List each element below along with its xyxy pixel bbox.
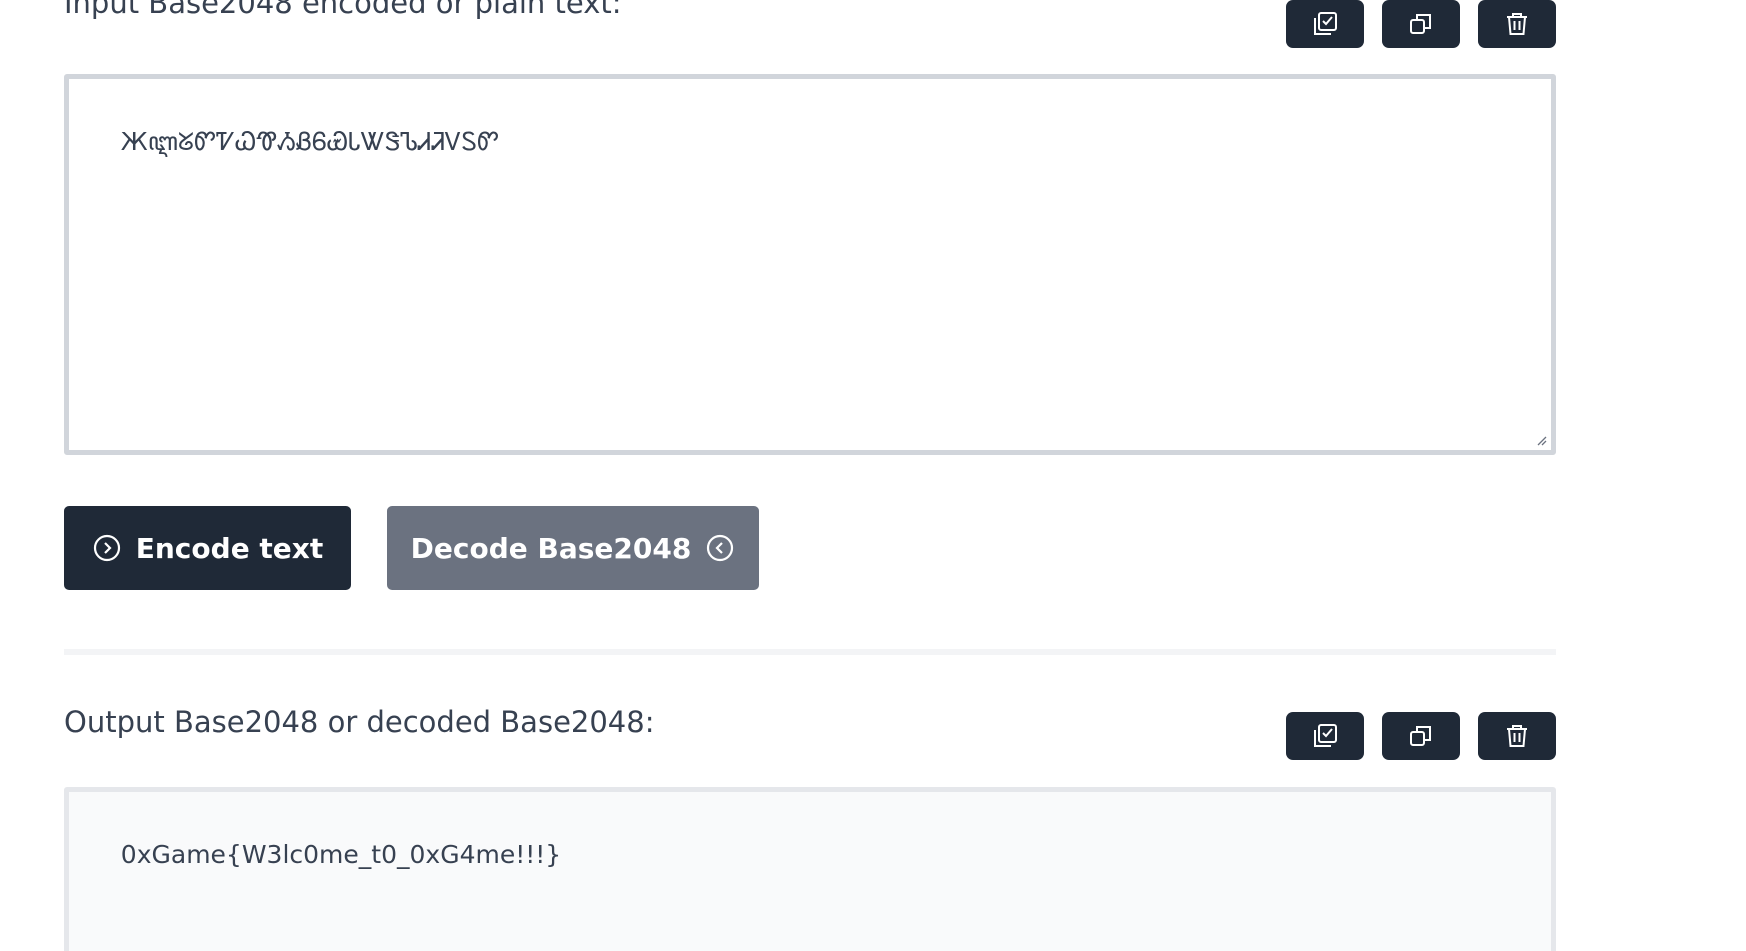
chevron-left-circle-icon (707, 534, 734, 562)
chevron-right-circle-icon (93, 534, 120, 562)
copy-icon (1410, 726, 1431, 746)
input-clear-button[interactable] (1478, 0, 1556, 48)
output-copy-button[interactable] (1382, 712, 1460, 760)
select-all-icon (1314, 12, 1337, 35)
select-all-icon (1314, 724, 1337, 747)
output-header: Output Base2048 or decoded Base2048: (64, 705, 1556, 762)
input-textarea[interactable]: ЖꦆᘜᏛᏤᏇᏡᏱᏰᏮᏯᏓᏔᏕᏖᏗᏘᏙᏚᏛ (64, 74, 1556, 455)
input-label: Input Base2048 encoded or plain text: (64, 0, 622, 20)
input-toolbar (1286, 0, 1556, 48)
output-clear-button[interactable] (1478, 712, 1556, 760)
resize-handle-icon[interactable] (1535, 434, 1547, 446)
output-label: Output Base2048 or decoded Base2048: (64, 705, 655, 739)
copy-icon (1410, 14, 1431, 34)
output-toolbar (1286, 712, 1556, 760)
input-header: Input Base2048 encoded or plain text: (64, 0, 1556, 50)
trash-icon (1507, 13, 1527, 35)
trash-icon (1507, 725, 1527, 747)
decode-base2048-button[interactable]: Decode Base2048 (387, 506, 759, 590)
input-select-all-button[interactable] (1286, 0, 1364, 48)
input-copy-button[interactable] (1382, 0, 1460, 48)
base2048-tool-page: Input Base2048 encoded or plain text: Жꦆ… (0, 0, 1746, 951)
encode-text-button[interactable]: Encode text (64, 506, 351, 590)
section-divider (64, 649, 1556, 655)
output-text-value: 0xGame{W3lc0me_t0_0xG4me!!!} (120, 840, 562, 869)
input-text-value: ЖꦆᘜᏛᏤᏇᏡᏱᏰᏮᏯᏓᏔᏕᏖᏗᏘᏙᏚᏛ (120, 127, 500, 156)
output-select-all-button[interactable] (1286, 712, 1364, 760)
encode-button-label: Encode text (135, 531, 324, 565)
output-textarea[interactable]: 0xGame{W3lc0me_t0_0xG4me!!!} (64, 787, 1556, 951)
decode-button-label: Decode Base2048 (410, 531, 692, 565)
